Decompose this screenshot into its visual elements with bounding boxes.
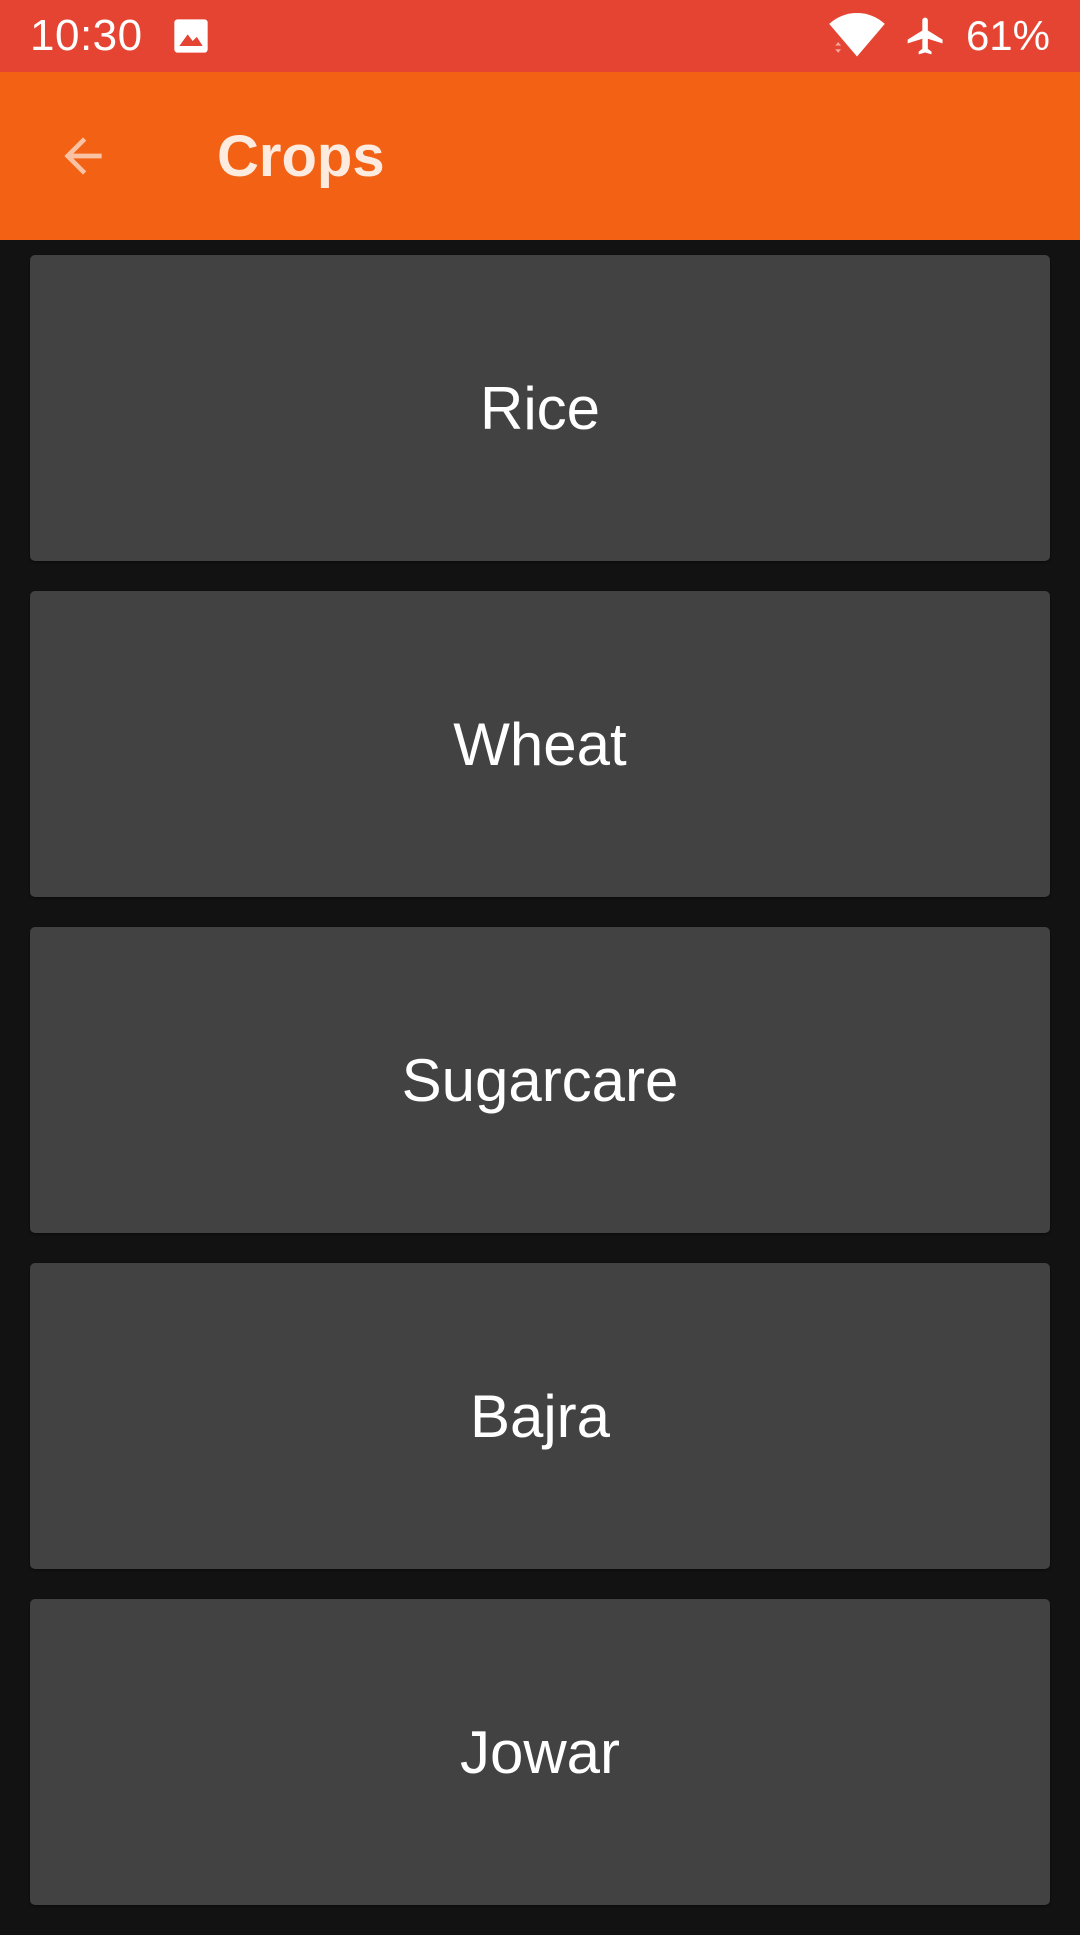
page-title: Crops (217, 123, 385, 189)
app-bar: Crops (0, 72, 1080, 240)
crop-list: Rice Wheat Sugarcare Bajra Jowar (30, 255, 1050, 1935)
status-time: 10:30 (30, 11, 143, 60)
crop-item-sugarcare[interactable]: Sugarcare (30, 927, 1050, 1233)
arrow-back-icon (55, 128, 111, 184)
image-icon (171, 16, 211, 56)
crop-item-bajra[interactable]: Bajra (30, 1263, 1050, 1569)
crop-item-rice[interactable]: Rice (30, 255, 1050, 561)
status-bar: 10:30 61% (0, 0, 1080, 72)
crop-item-wheat[interactable]: Wheat (30, 591, 1050, 897)
crop-item-jowar[interactable]: Jowar (30, 1599, 1050, 1905)
battery-level: 61% (965, 12, 1050, 59)
back-button[interactable] (27, 100, 139, 212)
airplane-icon (904, 14, 948, 58)
wifi-icon (828, 13, 886, 59)
